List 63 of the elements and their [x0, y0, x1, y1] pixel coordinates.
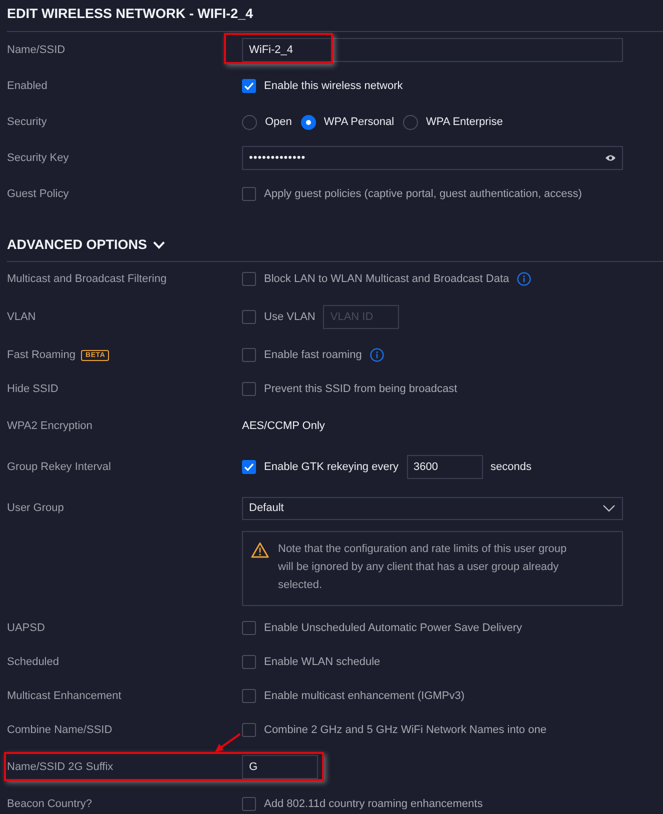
checkbox-label[interactable]: Enable WLAN schedule: [264, 656, 380, 668]
dropdown[interactable]: Default: [242, 496, 623, 520]
checkbox[interactable]: [242, 621, 256, 635]
checkbox[interactable]: [242, 382, 256, 396]
checkbox-label[interactable]: Add 802.11d country roaming enhancements: [264, 798, 483, 810]
field-label: Enabled: [7, 80, 48, 92]
field-label: UAPSD: [7, 622, 45, 634]
info-icon[interactable]: [517, 272, 532, 286]
checkbox-label[interactable]: Use VLAN: [264, 311, 316, 323]
password-field[interactable]: •••••••••••••: [242, 146, 623, 170]
checkbox-label[interactable]: Block LAN to WLAN Multicast and Broadcast Data: [264, 273, 510, 285]
checkbox[interactable]: [242, 310, 256, 324]
field-label: Guest Policy: [7, 188, 69, 200]
text-field[interactable]: G: [242, 755, 318, 779]
advanced-options-toggle[interactable]: ADVANCED OPTIONS: [7, 237, 166, 253]
checkbox[interactable]: [242, 348, 256, 362]
field-label: Multicast Enhancement: [7, 690, 122, 702]
text-field[interactable]: 3600: [406, 455, 483, 479]
field-label: VLAN: [7, 311, 36, 323]
caret-icon: [603, 504, 615, 512]
radio-label[interactable]: WPA Personal: [324, 116, 394, 128]
radio-label[interactable]: WPA Enterprise: [426, 116, 503, 128]
checkbox-label[interactable]: Enable fast roaming: [264, 349, 362, 361]
checkbox-label[interactable]: Combine 2 GHz and 5 GHz WiFi Network Names into one: [264, 724, 546, 736]
checkbox-label[interactable]: Prevent this SSID from being broadcast: [264, 383, 458, 395]
checkbox-label[interactable]: Enable this wireless network: [264, 80, 403, 92]
field-label: Fast Roaming: [7, 349, 76, 361]
checkbox[interactable]: [242, 187, 256, 201]
checkbox[interactable]: [242, 272, 256, 286]
field-label: Security Key: [7, 152, 69, 164]
checkbox-label[interactable]: Enable Unscheduled Automatic Power Save Delivery: [264, 622, 522, 634]
text-field[interactable]: WiFi-2_4: [242, 38, 623, 62]
checkbox-label[interactable]: Apply guest policies (captive portal, guest authentication, access): [264, 188, 582, 200]
checkbox-label[interactable]: Enable multicast enhancement (IGMPv3): [264, 690, 465, 702]
radio-button[interactable]: [300, 114, 316, 130]
field-label: Hide SSID: [7, 383, 58, 395]
unit-label: seconds: [490, 461, 532, 473]
checkbox[interactable]: [242, 655, 256, 669]
checkbox[interactable]: [242, 689, 256, 703]
eye-icon[interactable]: [605, 154, 616, 162]
checkbox[interactable]: [242, 723, 256, 737]
encryption-value: AES/CCMP Only: [242, 420, 325, 432]
field-label: Multicast and Broadcast Filtering: [7, 273, 167, 285]
page-title: EDIT WIRELESS NETWORK - WIFI-2_4: [7, 5, 254, 22]
note-text: Note that the configuration and rate limits of this user group will be ignored by any client that has a user group already selected.: [278, 542, 568, 593]
field-label: Combine Name/SSID: [7, 724, 112, 736]
field-label: User Group: [7, 502, 64, 514]
checkbox[interactable]: [242, 797, 256, 811]
checkbox[interactable]: [242, 460, 256, 474]
field-label: Name/SSID 2G Suffix: [7, 761, 114, 773]
info-icon[interactable]: [370, 348, 384, 362]
radio-button[interactable]: [403, 114, 418, 130]
warning-icon: [251, 542, 269, 558]
field-label: Beacon Country?: [7, 798, 92, 810]
radio-label[interactable]: Open: [265, 116, 292, 128]
field-label: WPA2 Encryption: [7, 420, 92, 432]
field-label: Group Rekey Interval: [7, 461, 111, 473]
checkbox[interactable]: [242, 79, 256, 93]
checkbox-label[interactable]: Enable GTK rekeying every: [264, 461, 399, 473]
radio-button[interactable]: [242, 114, 257, 130]
field-label: Name/SSID: [7, 44, 66, 56]
field-label: Scheduled: [7, 656, 59, 668]
field-label: Security: [7, 116, 47, 128]
